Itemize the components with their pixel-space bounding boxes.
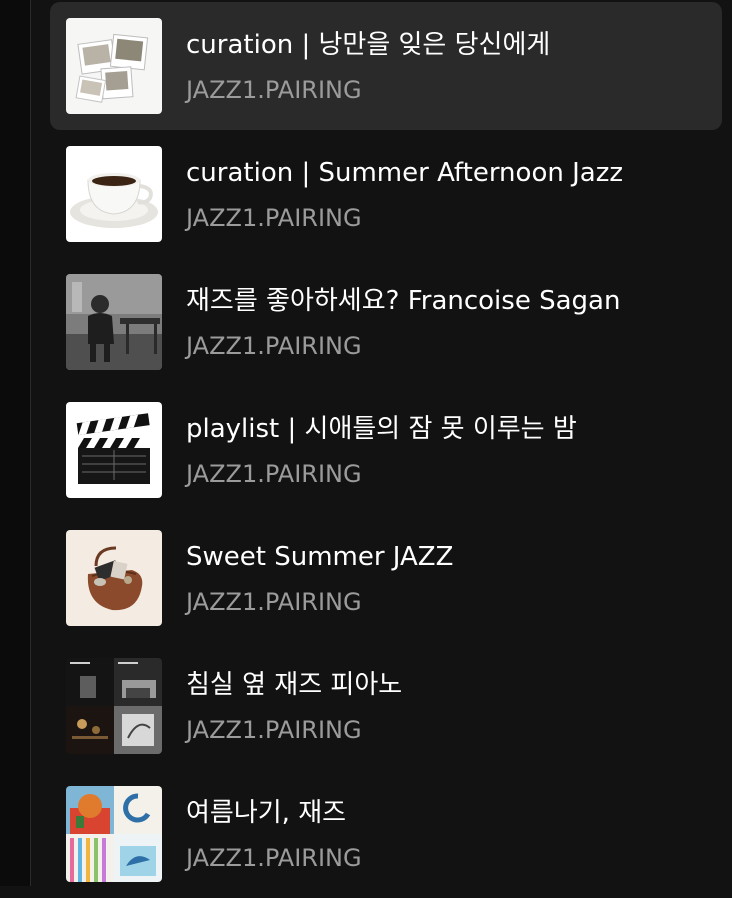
playlist-item[interactable]: 침실 옆 재즈 피아노 JAZZ1.PAIRING [50,642,722,770]
playlist-title: playlist | 시애틀의 잠 못 이루는 밤 [186,414,577,444]
playlist-owner: JAZZ1.PAIRING [186,588,362,616]
playlist-owner: JAZZ1.PAIRING [186,204,362,232]
colorful-collage-icon [66,786,162,882]
playlist-item[interactable]: Sweet Summer JAZZ JAZZ1.PAIRING [50,514,722,642]
playlist-title: curation | Summer Afternoon Jazz [186,158,623,188]
handbag-icon [66,530,162,626]
playlist-item[interactable]: 여름나기, 재즈 JAZZ1.PAIRING [50,770,722,898]
app-window: curation | 낭만을 잊은 당신에게 JAZZ1.PAIRING cur… [0,0,732,886]
clapperboard-icon [66,402,162,498]
playlist-owner: JAZZ1.PAIRING [186,716,362,744]
playlist-title: Sweet Summer JAZZ [186,542,454,572]
vintage-photo-icon [66,274,162,370]
playlist-owner: JAZZ1.PAIRING [186,844,362,872]
playlist-title: curation | 낭만을 잊은 당신에게 [186,30,551,60]
playlist-owner: JAZZ1.PAIRING [186,76,362,104]
playlist-title: 재즈를 좋아하세요? Francoise Sagan [186,286,621,316]
coffee-cup-icon [66,146,162,242]
playlist-owner: JAZZ1.PAIRING [186,332,362,360]
left-edge [0,0,30,886]
playlist-item[interactable]: playlist | 시애틀의 잠 못 이루는 밤 JAZZ1.PAIRING [50,386,722,514]
photos-collage-icon [66,18,162,114]
playlist-item[interactable]: curation | 낭만을 잊은 당신에게 JAZZ1.PAIRING [50,2,722,130]
playlist-owner: JAZZ1.PAIRING [186,460,362,488]
playlist-title: 여름나기, 재즈 [186,798,347,828]
playlist-item[interactable]: curation | Summer Afternoon Jazz JAZZ1.P… [50,130,722,258]
playlist-item[interactable]: 재즈를 좋아하세요? Francoise Sagan JAZZ1.PAIRING [50,258,722,386]
playlist-title: 침실 옆 재즈 피아노 [186,670,403,700]
album-grid-icon [66,658,162,754]
